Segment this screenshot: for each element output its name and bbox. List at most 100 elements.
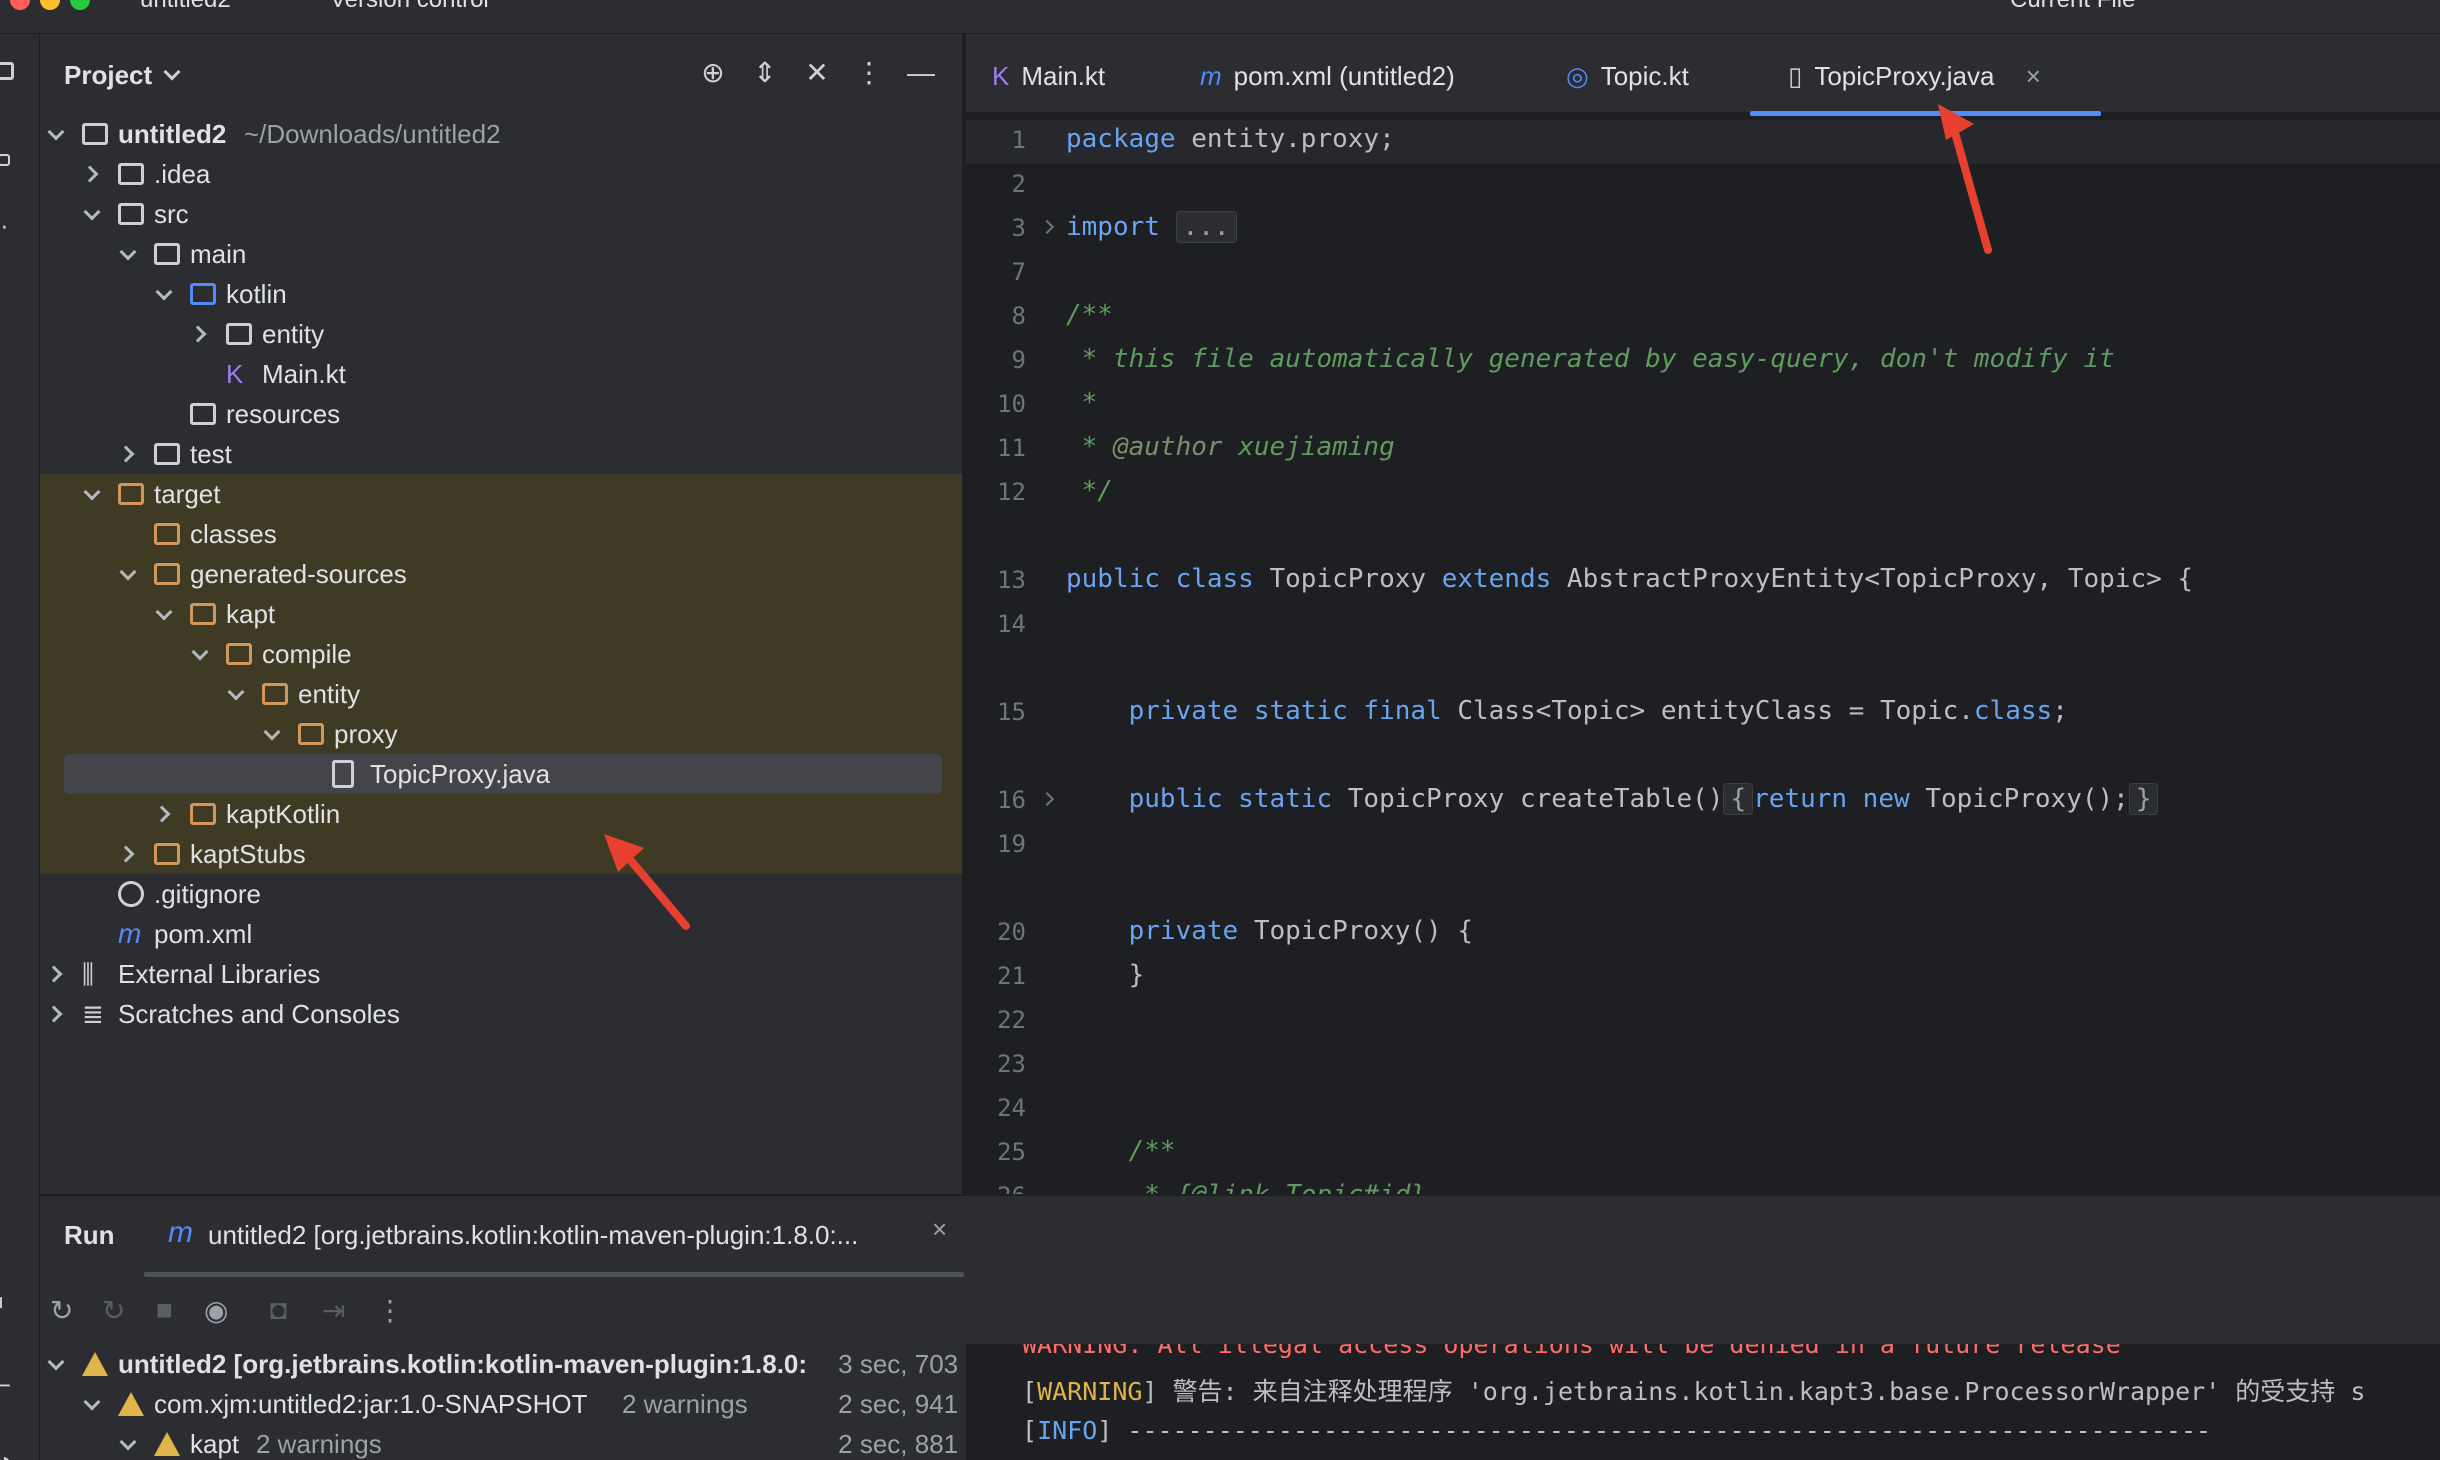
run-item-module[interactable]: com.xjm:untitled2:jar:1.0-SNAPSHOT 2 war… [40,1384,1000,1424]
tree-item-topicproxy-java[interactable]: TopicProxy.java [40,754,962,794]
vcs-widget[interactable]: Version control [330,0,489,14]
tab-main-kt[interactable]: K Main.kt [992,34,1105,114]
code-line-1: package entity.proxy; [1066,124,1395,154]
chevron-down-icon[interactable] [83,203,101,221]
tree-item-label: Scratches and Consoles [118,999,400,1029]
excluded-folder-icon [154,523,180,545]
chevron-down-icon[interactable] [155,603,173,621]
chevron-down-icon[interactable] [83,1393,101,1411]
tree-item-entity[interactable]: entity [40,314,962,354]
tree-item-proxy[interactable]: proxy [40,714,962,754]
run-tab-label[interactable]: untitled2 [org.jetbrains.kotlin:kotlin-m… [208,1220,858,1251]
tree-item-src[interactable]: src [40,194,962,234]
collapse-all-icon[interactable]: ✕ [800,56,834,90]
terminal-icon[interactable]: ⌐ [0,1370,11,1401]
commit-tool-icon[interactable] [0,154,10,166]
more-options-icon[interactable]: ⋮ [376,1294,404,1327]
chevron-right-icon[interactable] [189,325,207,343]
project-tool-icon[interactable] [0,62,14,80]
tree-item-main[interactable]: main [40,234,962,274]
tree-item-main-kt[interactable]: K Main.kt [40,354,962,394]
run-item-label: kapt [190,1429,240,1459]
chevron-down-icon[interactable] [191,643,209,661]
tree-item-label: proxy [334,719,398,749]
tree-item-external-libraries[interactable]: ⫼ External Libraries [40,954,962,994]
tree-item-compile[interactable]: compile [40,634,962,674]
chevron-down-icon[interactable] [227,683,245,701]
tab-pom-xml[interactable]: m pom.xml (untitled2) [1200,34,1455,114]
zoom-window-button[interactable] [70,0,90,10]
folded-imports[interactable]: ... [1175,211,1237,243]
minimize-window-button[interactable] [40,0,60,10]
tree-item-label: untitled2 [118,119,227,149]
run-item-kapt[interactable]: kapt 2 warnings 2 sec, 881 ms [40,1424,1000,1460]
tree-item-root[interactable]: untitled2 ~/Downloads/untitled2 [40,114,962,154]
fold-chevron-icon[interactable] [1039,219,1055,235]
console-line: WARNING: All illegal access operations w… [1022,1344,2121,1359]
chevron-right-icon[interactable] [81,165,99,183]
chevron-down-icon[interactable] [47,1353,65,1371]
tree-item-gitignore[interactable]: .gitignore [40,874,962,914]
more-tools-icon[interactable]: · [0,210,9,241]
tree-item-label: src [154,199,189,229]
problems-icon[interactable]: ◑ [0,1446,12,1460]
close-run-tab-icon[interactable]: × [932,1214,947,1245]
toggle-view-icon[interactable]: ◉ [204,1294,228,1327]
tree-item-entity-gen[interactable]: entity [40,674,962,714]
export-icon: ⇥ [322,1295,346,1326]
tree-item-idea[interactable]: .idea [40,154,962,194]
chevron-down-icon[interactable] [155,283,173,301]
close-window-button[interactable] [10,0,30,10]
code-editor[interactable]: 1 2 3 7 8 9 10 11 12 13 14 15 16 19 20 2… [966,116,2440,1194]
project-view-selector[interactable]: Project [64,60,181,91]
chevron-down-icon[interactable] [119,563,137,581]
locate-icon[interactable]: ⊕ [696,56,730,90]
tree-item-kapt[interactable]: kapt [40,594,962,634]
tree-item-classes[interactable]: classes [40,514,962,554]
line-number: 10 [997,390,1026,418]
excluded-folder-icon [262,683,288,705]
chevron-right-icon[interactable] [45,1005,63,1023]
tree-item-resources[interactable]: resources [40,394,962,434]
chevron-down-icon[interactable] [47,123,65,141]
line-number: 14 [997,610,1026,638]
chevron-right-icon[interactable] [45,965,63,983]
fold-chevron-icon[interactable] [1039,791,1055,807]
close-tab-icon[interactable]: × [2026,61,2041,91]
tree-item-kaptstubs[interactable]: kaptStubs [40,834,962,874]
annotation-arrow-tab [1938,104,1992,254]
tab-topic-kt[interactable]: ◎ Topic.kt [1566,34,1689,114]
tree-item-target[interactable]: target [40,474,962,514]
tree-item-label: kaptStubs [190,839,306,869]
run-item-root[interactable]: untitled2 [org.jetbrains.kotlin:kotlin-m… [40,1344,1000,1384]
code-line-13: public class TopicProxy extends Abstract… [1066,564,2194,594]
rerun-icon[interactable]: ↻ [50,1294,73,1327]
chevron-right-icon[interactable] [153,805,171,823]
hide-panel-icon[interactable]: — [904,56,938,90]
tree-item-generated-sources[interactable]: generated-sources [40,554,962,594]
tree-item-kaptkotlin[interactable]: kaptKotlin [40,794,962,834]
chevron-down-icon[interactable] [119,243,137,261]
tree-item-scratches[interactable]: ≣ Scratches and Consoles [40,994,962,1034]
line-number: 2 [1011,170,1026,198]
console-output[interactable]: WARNING: All illegal access operations w… [966,1344,2440,1460]
kotlin-class-icon: ◎ [1566,61,1589,91]
chevron-down-icon[interactable] [263,723,281,741]
chevron-right-icon[interactable] [117,445,135,463]
chevron-down-icon[interactable] [119,1433,137,1451]
tree-item-pom-xml[interactable]: m pom.xml [40,914,962,954]
maven-icon: m [168,1216,193,1249]
run-config-widget[interactable]: Current File [2010,0,2135,14]
tree-item-kotlin[interactable]: kotlin [40,274,962,314]
tree-item-test[interactable]: test [40,434,962,474]
services-icon[interactable]: ◐ [0,1286,10,1317]
expand-all-icon[interactable]: ⇕ [748,56,782,90]
run-item-label: com.xjm:untitled2:jar:1.0-SNAPSHOT [154,1389,588,1419]
excluded-folder-icon [190,603,216,625]
tab-label: pom.xml (untitled2) [1233,61,1455,91]
chevron-down-icon[interactable] [83,483,101,501]
excluded-folder-icon [190,803,216,825]
project-widget[interactable]: untitled2 [140,0,231,14]
options-icon[interactable]: ⋮ [852,56,886,90]
chevron-right-icon[interactable] [117,845,135,863]
